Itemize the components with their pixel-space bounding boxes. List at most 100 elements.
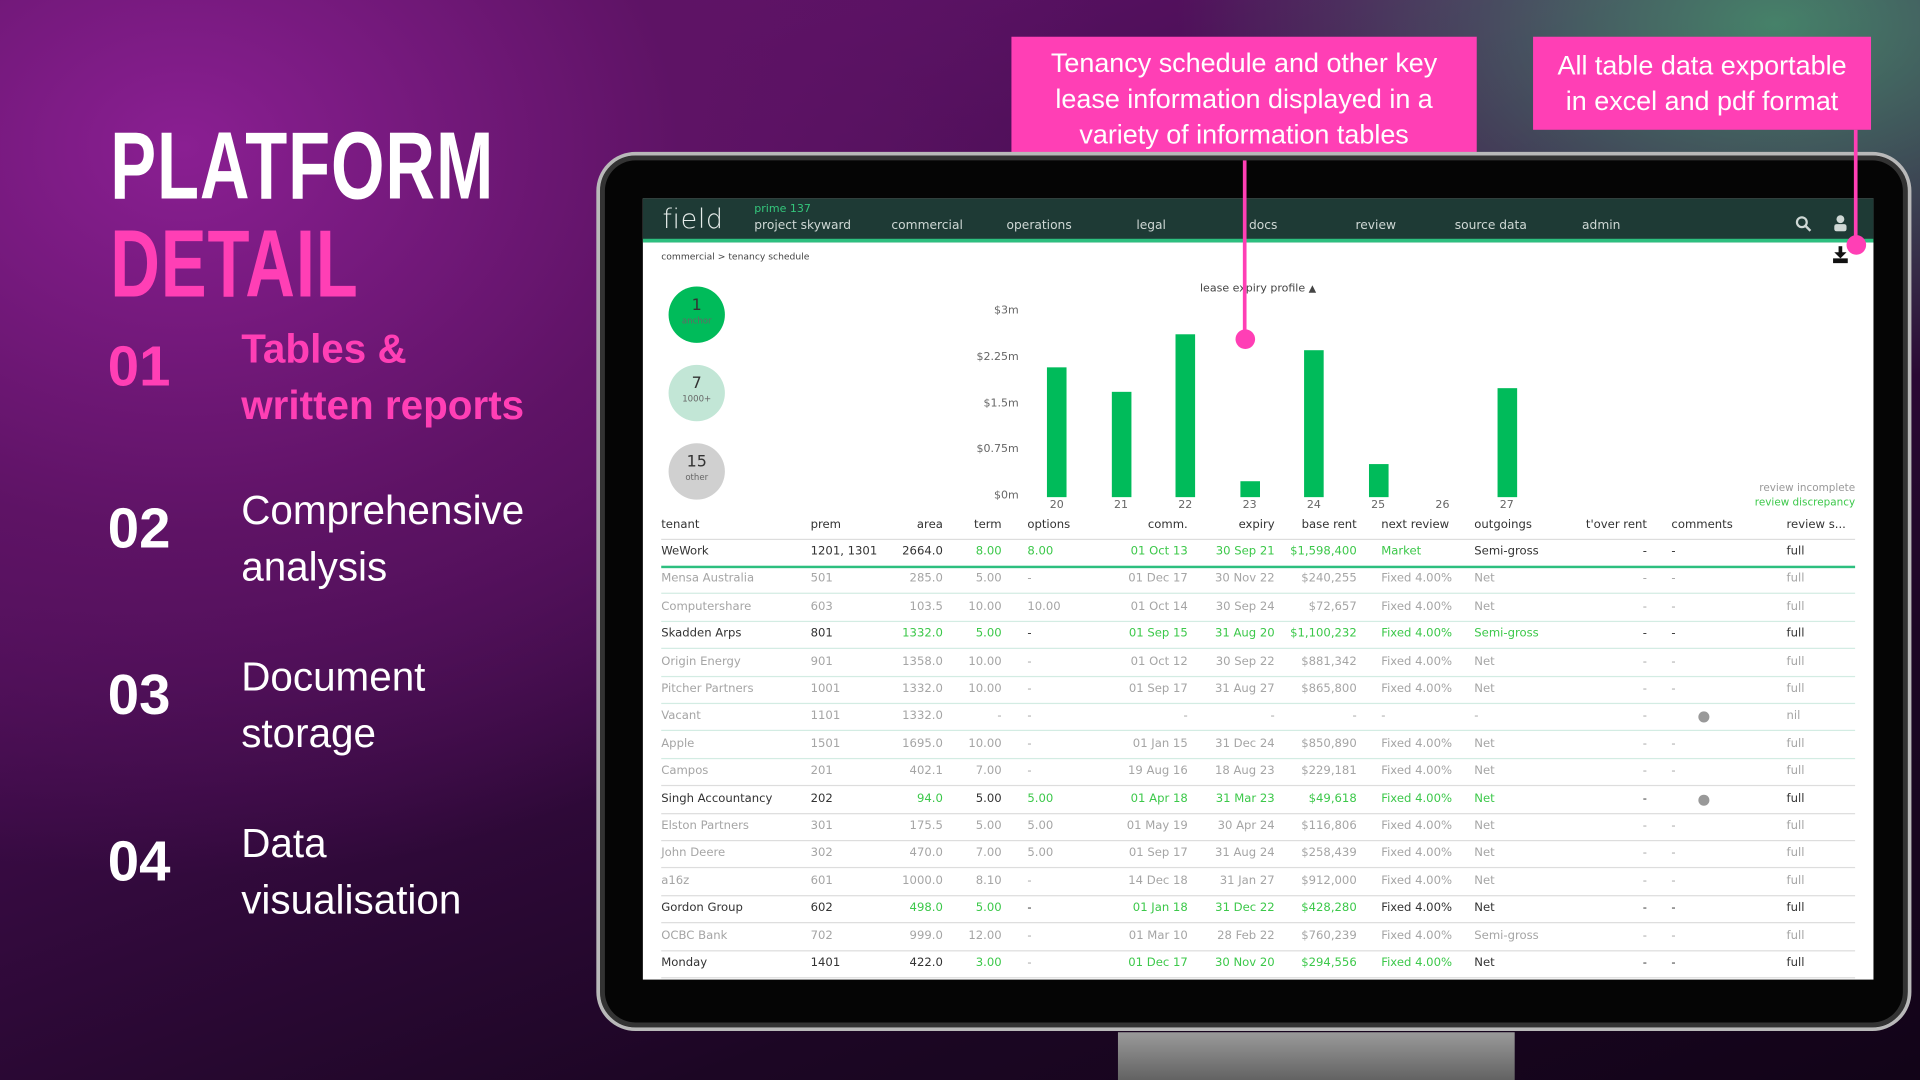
cell-base-rent: - (1352, 709, 1357, 723)
column-header[interactable]: tenant (661, 518, 699, 531)
cell-base-rent: $49,618 (1308, 791, 1357, 806)
callout-export: All table data exportable in excel and p… (1533, 36, 1872, 130)
cell-t-over-rent: - (1642, 599, 1647, 614)
table-row[interactable]: Elston Partners 301 175.5 5.00 5.00 01 May 19… (661, 813, 1856, 842)
callout-export-dot (1846, 235, 1867, 255)
bar-23[interactable] (1239, 481, 1260, 498)
cell-tenant: Monday (661, 956, 708, 970)
table-row[interactable]: Campos 201 402.1 7.00-19 Aug 16 18 Aug 23 $22… (661, 758, 1856, 787)
column-header[interactable]: term (879, 518, 1002, 531)
bar-25[interactable] (1368, 463, 1388, 498)
cell-t-over-rent: - (1642, 544, 1647, 559)
cell-base-rent: $229,181 (1301, 764, 1357, 778)
app-screen: field prime 137 project skyward commerci… (642, 198, 1874, 980)
cell-comments: - (1671, 764, 1676, 778)
table-row[interactable]: a16z 601 1000.0 8.10-14 Dec 18 31 Jan 27 $912… (661, 868, 1856, 897)
cell-outgoings: Net (1474, 846, 1495, 861)
bar-20[interactable] (1046, 367, 1067, 498)
logo[interactable]: field (662, 204, 723, 235)
x-tick-label: 26 (1435, 499, 1450, 512)
cell-tenant: a16z (661, 874, 690, 888)
cell-next-review: Fixed 4.00% (1381, 819, 1453, 833)
cell-options: - (1027, 572, 1032, 586)
table-row[interactable]: Monday 1401 422.0 3.00-01 Dec 17 30 Nov 20 $2… (661, 950, 1856, 979)
callout-export-text: All table data exportable in excel and p… (1557, 50, 1847, 117)
cell-outgoings: Net (1474, 791, 1495, 806)
column-header[interactable]: options (1027, 518, 1070, 531)
project-name[interactable]: project skyward (754, 219, 851, 232)
feature-text: Comprehensive (241, 487, 525, 533)
summary-count: 7 (691, 374, 702, 394)
chart-title[interactable]: lease expiry profile ▲ (1200, 283, 1316, 295)
table-row[interactable]: Apple 1501 1695.0 10.00-01 Jan 15 31 Dec 24 $… (661, 731, 1856, 759)
comment-indicator-icon[interactable] (1698, 711, 1710, 723)
cell-comments: - (1671, 956, 1676, 970)
table-row[interactable]: Vacant 1101 1332.0- - - - - - - - nil (661, 703, 1856, 732)
cell-review-s-: full (1786, 956, 1805, 970)
slide-title-line2: DETAIL (110, 209, 359, 318)
comment-indicator-icon[interactable] (1698, 794, 1710, 806)
feature-number: 03 (107, 662, 171, 727)
cell-t-over-rent: - (1642, 928, 1647, 943)
table-row[interactable]: Skadden Arps 801 1332.0 5.00-01 Sep 15 31 Au… (661, 621, 1856, 650)
column-header[interactable]: review s... (1787, 518, 1846, 531)
table-row[interactable]: Singh Accountancy 202 94.0 5.00 5.00 01 Apr 1… (661, 786, 1856, 814)
nav-source-data[interactable]: source data (1455, 219, 1527, 232)
cell-comments: - (1671, 682, 1676, 696)
column-header[interactable]: next review (1381, 518, 1449, 531)
feature-text: storage (241, 710, 377, 756)
legend-review-incomplete: review incomplete (1759, 482, 1856, 495)
chevron-up-icon[interactable]: ▲ (1309, 283, 1317, 294)
user-icon[interactable] (1833, 214, 1848, 232)
cell-t-over-rent: - (1642, 627, 1647, 641)
cell-base-rent: $1,598,400 (1290, 544, 1357, 559)
table-row[interactable]: OCBC Bank 702 999.0 12.00-01 Mar 10 28 Feb 2… (661, 923, 1856, 951)
breadcrumb[interactable]: commercial > tenancy schedule (661, 251, 809, 262)
table-row[interactable]: Origin Energy 901 1358.0 10.00-01 Oct 12 30 … (661, 648, 1856, 677)
cell-base-rent: $428,280 (1301, 901, 1357, 915)
bar-24[interactable] (1304, 349, 1324, 498)
cell-base-rent: $258,439 (1301, 846, 1357, 861)
x-tick-label: 20 (1049, 499, 1064, 512)
column-header[interactable]: comments (1671, 518, 1732, 531)
cell-base-rent: $240,255 (1301, 572, 1357, 586)
column-header[interactable]: t'over rent (1524, 518, 1647, 531)
nav-review[interactable]: review (1356, 219, 1397, 232)
summary-circle-anchor[interactable]: 1 anchor (668, 286, 725, 343)
bar-21[interactable] (1111, 391, 1131, 498)
cell-review-s-: nil (1786, 709, 1801, 723)
cell-options: - (1027, 627, 1032, 641)
nav-admin[interactable]: admin (1582, 219, 1620, 232)
table-row[interactable]: Pitcher Partners 1001 1332.0 10.00-01 Sep 1… (661, 676, 1856, 705)
summary-circle-other[interactable]: 15 other (668, 443, 725, 500)
summary-count: 15 (686, 453, 707, 472)
column-header[interactable]: outgoings (1474, 518, 1532, 531)
table-row[interactable]: WeWork 1201, 1301 2664.0 8.00 8.00 01 Oct 13 3… (661, 539, 1856, 569)
nav-docs[interactable]: docs (1249, 219, 1277, 232)
summary-circle-1000[interactable]: 7 1000+ (668, 364, 725, 422)
cell-next-review: Fixed 4.00% (1381, 791, 1453, 806)
cell-outgoings: Net (1474, 736, 1495, 751)
cell-options: 5.00 (1027, 846, 1054, 861)
nav-commercial[interactable]: commercial (891, 219, 962, 232)
bar-27[interactable] (1496, 388, 1517, 498)
feature-text: written reports (241, 382, 525, 428)
nav-operations[interactable]: operations (1007, 219, 1072, 232)
cell-tenant: Campos (661, 764, 709, 778)
nav-legal[interactable]: legal (1136, 219, 1166, 232)
cell-next-review: Fixed 4.00% (1381, 654, 1453, 669)
column-header[interactable]: base rent (1234, 518, 1357, 531)
search-icon[interactable] (1795, 216, 1812, 233)
cell-review-s-: full (1786, 544, 1805, 559)
table-row[interactable]: Mensa Australia 501 285.0 5.00-01 Dec 17 30 … (661, 566, 1856, 595)
table-row[interactable]: Gordon Group 602 498.0 5.00-01 Jan 18 31 Dec… (661, 895, 1856, 924)
cell-comments: - (1671, 599, 1676, 614)
bar-22[interactable] (1175, 334, 1196, 498)
cell-tenant: Vacant (661, 709, 701, 723)
cell-comments: - (1671, 819, 1676, 833)
cell-base-rent: $760,239 (1301, 928, 1357, 943)
table-row[interactable]: John Deere 302 470.0 7.00 5.00 01 Sep 17 31 Au… (661, 840, 1856, 869)
table-row[interactable]: Computershare 603 103.5 10.00 10.00 01 Oct 14… (661, 594, 1856, 622)
cell-outgoings: - (1474, 709, 1479, 723)
cell-next-review: Fixed 4.00% (1381, 572, 1453, 586)
